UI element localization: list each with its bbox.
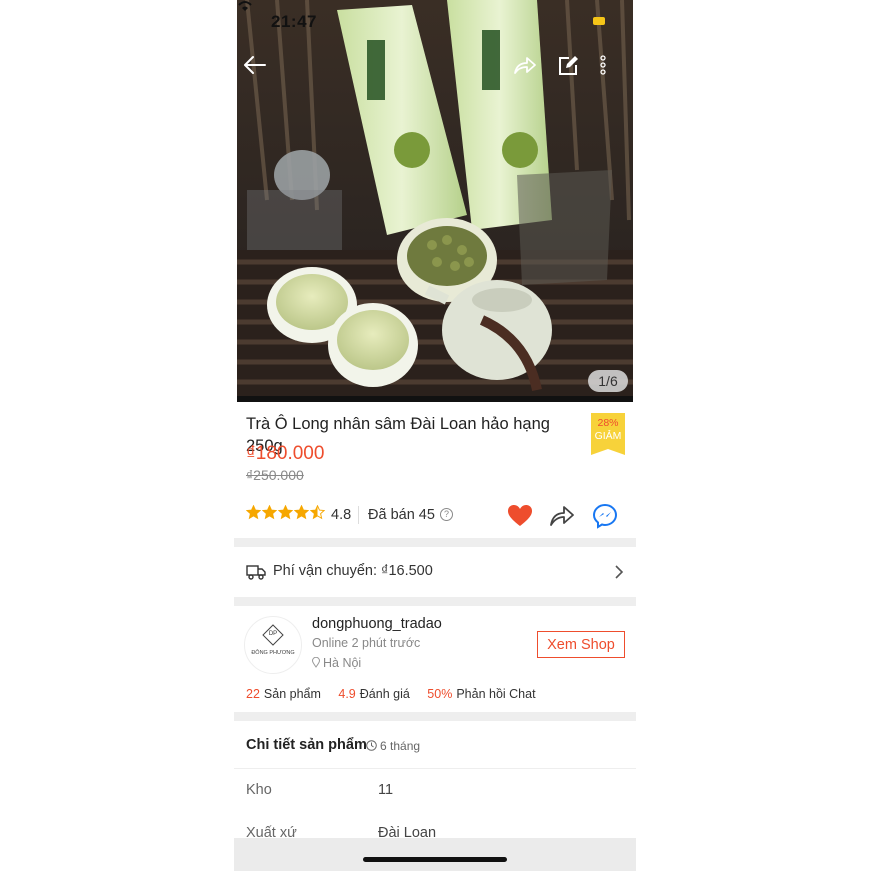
more-button[interactable] <box>599 55 629 85</box>
edit-icon <box>559 56 578 75</box>
star-icon <box>310 505 325 520</box>
rating-divider <box>358 506 359 524</box>
help-icon[interactable]: ? <box>440 508 453 521</box>
shipping-row[interactable]: Phí vận chuyển: ₫16.500 <box>246 561 626 583</box>
clock-icon <box>366 740 377 751</box>
share-icon <box>514 57 536 74</box>
details-title: Chi tiết sản phẩm <box>246 737 367 753</box>
shop-location: Hà Nội <box>311 656 362 670</box>
stat-rating: 4.9 Đánh giá <box>338 687 410 701</box>
wifi-icon <box>238 1 252 11</box>
more-vertical-icon <box>600 55 606 75</box>
discount-label: GIẢM <box>594 430 622 442</box>
original-price: ₫250.000 <box>246 467 304 483</box>
section-divider <box>234 538 636 547</box>
section-divider <box>234 597 636 606</box>
star-icon <box>278 505 293 520</box>
shop-location-text: Hà Nội <box>323 656 362 670</box>
shop-logo-name: ĐÔNG PHƯƠNG <box>251 650 295 656</box>
truck-icon <box>246 565 266 580</box>
shop-logo-mark <box>262 624 284 646</box>
star-icon <box>246 505 261 520</box>
shop-name[interactable]: dongphuong_tradao <box>312 616 442 632</box>
discount-badge: 28% GIẢM <box>591 413 625 455</box>
details-age-text: 6 tháng <box>380 739 421 753</box>
hero-divider <box>237 396 633 402</box>
discount-percent: 28% <box>597 417 619 429</box>
messenger-icon[interactable] <box>592 503 618 529</box>
details-divider <box>234 768 636 769</box>
rating-stars <box>246 505 325 520</box>
heart-icon[interactable] <box>507 503 533 529</box>
share-top-button[interactable] <box>513 55 543 85</box>
chevron-right-icon <box>615 565 624 579</box>
rating-value: 4.8 <box>331 507 352 523</box>
star-icon <box>294 505 309 520</box>
status-time: 21:47 <box>271 12 317 31</box>
edit-button[interactable] <box>557 55 587 85</box>
view-shop-button[interactable]: Xem Shop <box>537 631 625 658</box>
stat-products: 22 Sản phẩm <box>246 687 321 701</box>
back-arrow-icon <box>244 56 266 74</box>
home-indicator[interactable] <box>363 857 507 862</box>
star-icon <box>262 505 277 520</box>
product-page: 21:47 1/6 Trà Ô Long nhân sâm Đài Loan h… <box>234 0 636 871</box>
back-button[interactable] <box>243 55 273 85</box>
shipping-fee: Phí vận chuyển: ₫16.500 <box>273 563 433 579</box>
bottom-bar <box>234 838 636 871</box>
spec-label: Kho <box>246 782 272 798</box>
shop-logo-initials: DP <box>268 631 278 637</box>
product-price: ₫180.000 <box>246 443 325 464</box>
details-age: 6 tháng <box>366 739 420 753</box>
shop-online-status: Online 2 phút trước <box>312 636 421 650</box>
shop-avatar[interactable]: DP ĐÔNG PHƯƠNG <box>244 616 302 674</box>
stat-chat-response: 50% Phản hồi Chat <box>427 687 536 701</box>
image-counter: 1/6 <box>588 370 628 392</box>
section-divider <box>234 712 636 721</box>
share-icon[interactable] <box>549 503 575 529</box>
sold-count: Đã bán 45 <box>368 507 435 523</box>
location-pin-icon <box>311 656 321 668</box>
rating-row: 4.8 Đã bán 45 ? <box>246 503 626 529</box>
spec-value: 11 <box>378 782 394 798</box>
product-image[interactable]: 21:47 1/6 <box>237 0 633 402</box>
battery-icon <box>593 17 605 25</box>
shop-stats: 22 Sản phẩm 4.9 Đánh giá 50% Phản hồi Chat <box>246 687 550 701</box>
